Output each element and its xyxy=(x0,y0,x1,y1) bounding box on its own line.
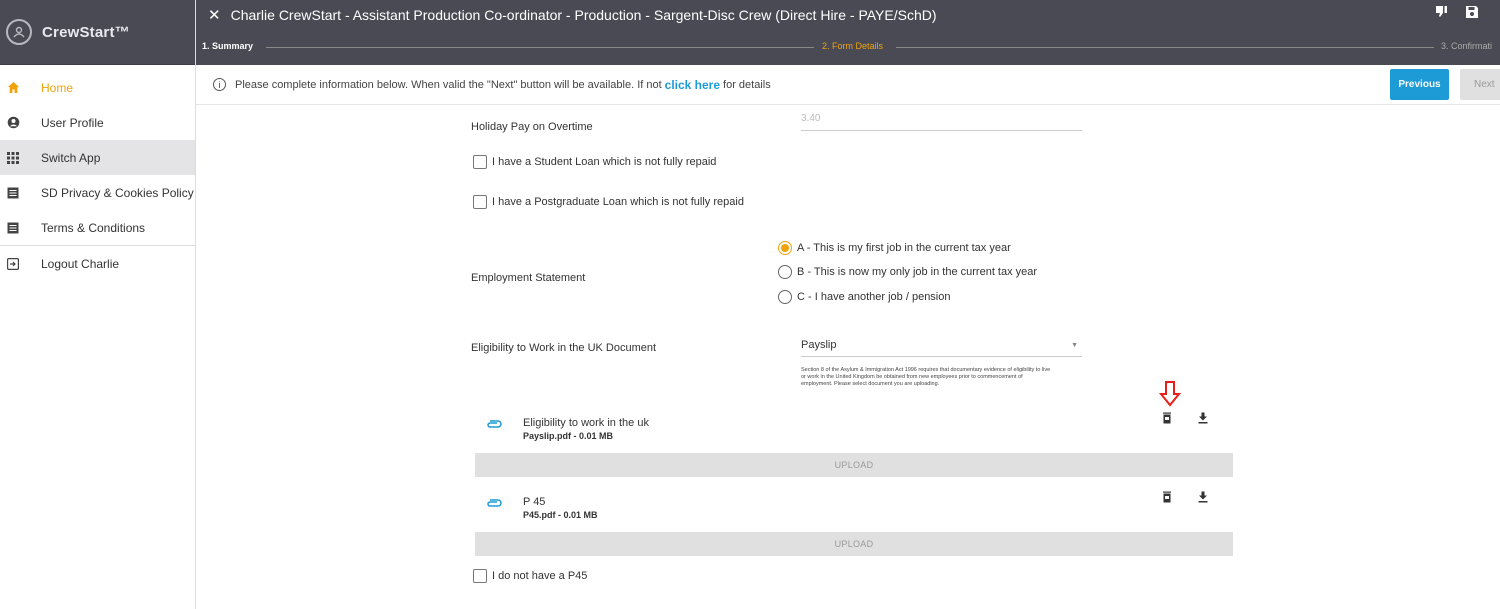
upload-button[interactable]: UPLOAD xyxy=(475,532,1233,556)
no-p45-checkbox[interactable] xyxy=(473,569,487,583)
details-link[interactable]: click here xyxy=(665,78,720,92)
eligibility-select[interactable]: Payslip ▼ xyxy=(801,339,1082,357)
info-text-end: for details xyxy=(723,78,771,91)
form-content: Holiday Pay on Overtime 3.40 I have a St… xyxy=(196,105,1500,609)
sidebar-item-switch-app[interactable]: Switch App xyxy=(0,140,195,175)
document-file: Payslip.pdf - 0.01 MB xyxy=(523,431,614,441)
employment-option-b-radio[interactable] xyxy=(778,265,792,279)
sidebar-item-home[interactable]: Home xyxy=(0,70,195,105)
sidebar-item-user-profile[interactable]: User Profile xyxy=(0,105,195,140)
holiday-pay-field[interactable]: 3.40 xyxy=(801,113,1082,131)
attachment-icon xyxy=(486,497,502,511)
postgrad-loan-label: I have a Postgraduate Loan which is not … xyxy=(492,196,744,208)
page-title: Charlie CrewStart - Assistant Production… xyxy=(230,7,937,23)
account-circle-icon xyxy=(6,116,20,130)
title-actions: ⋮ xyxy=(1434,4,1500,24)
sidebar: CrewStart™ Home User Profile Switch App … xyxy=(0,0,196,609)
red-arrow-annotation-icon xyxy=(1158,381,1182,410)
employment-option-c-radio[interactable] xyxy=(778,290,792,304)
attachment-icon xyxy=(486,418,502,432)
employment-option-c-label: C - I have another job / pension xyxy=(797,291,951,303)
close-icon[interactable]: ✕ xyxy=(208,6,221,24)
delete-icon[interactable] xyxy=(1162,491,1172,503)
more-icon[interactable]: ⋮ xyxy=(1494,4,1500,24)
stepper: 1. Summary 2. Form Details 3. Confirmati xyxy=(196,41,1500,55)
save-icon[interactable] xyxy=(1464,4,1480,24)
step-connector xyxy=(896,47,1434,48)
delete-icon[interactable] xyxy=(1162,412,1172,424)
brand-header: CrewStart™ xyxy=(0,0,195,65)
sidebar-item-label: SD Privacy & Cookies Policy xyxy=(41,185,194,200)
student-loan-checkbox[interactable] xyxy=(473,155,487,169)
eligibility-hint: Section 8 of the Asylum & Immigration Ac… xyxy=(801,367,1051,387)
sidebar-item-label: Switch App xyxy=(41,150,101,165)
document-icon xyxy=(6,221,20,235)
employment-option-b-label: B - This is now my only job in the curre… xyxy=(797,266,1038,278)
dropdown-arrow-icon: ▼ xyxy=(1071,342,1078,349)
step-confirmation[interactable]: 3. Confirmati xyxy=(1441,41,1492,51)
home-icon xyxy=(6,81,20,95)
eligibility-label: Eligibility to Work in the UK Document xyxy=(471,342,657,354)
employment-statement-label: Employment Statement xyxy=(471,272,586,284)
step-summary[interactable]: 1. Summary xyxy=(202,41,253,51)
employment-option-a-label: A - This is my first job in the current … xyxy=(797,242,1011,254)
document-title: P 45 xyxy=(523,496,546,508)
step-form-details[interactable]: 2. Form Details xyxy=(822,41,883,51)
info-bar: i Please complete information below. Whe… xyxy=(196,65,1500,105)
student-loan-label: I have a Student Loan which is not fully… xyxy=(492,156,717,168)
sidebar-item-label: Terms & Conditions xyxy=(41,220,146,235)
crewstart-logo-icon xyxy=(6,19,32,45)
document-title: Eligibility to work in the uk xyxy=(523,417,649,429)
sidebar-item-label: Logout Charlie xyxy=(41,256,120,271)
apps-grid-icon xyxy=(6,151,20,165)
download-icon[interactable] xyxy=(1198,491,1208,503)
top-bar: ✕ Charlie CrewStart - Assistant Producti… xyxy=(196,0,1500,65)
document-icon xyxy=(6,186,20,200)
sidebar-item-terms[interactable]: Terms & Conditions xyxy=(0,210,195,245)
thumbs-down-icon[interactable] xyxy=(1434,4,1450,24)
employment-option-a-radio[interactable] xyxy=(778,241,792,255)
logout-icon xyxy=(6,257,20,271)
download-icon[interactable] xyxy=(1198,412,1208,424)
sidebar-item-logout[interactable]: Logout Charlie xyxy=(0,246,195,281)
sidebar-item-privacy-policy[interactable]: SD Privacy & Cookies Policy xyxy=(0,175,195,210)
postgrad-loan-checkbox[interactable] xyxy=(473,195,487,209)
document-file: P45.pdf - 0.01 MB xyxy=(523,510,598,520)
info-icon: i xyxy=(213,78,226,91)
sidebar-item-label: Home xyxy=(41,80,74,95)
next-button[interactable]: Next xyxy=(1460,69,1500,100)
step-connector xyxy=(266,47,814,48)
holiday-pay-label: Holiday Pay on Overtime xyxy=(471,121,593,133)
upload-button[interactable]: UPLOAD xyxy=(475,453,1233,477)
previous-button[interactable]: Previous xyxy=(1390,69,1449,100)
sidebar-item-label: User Profile xyxy=(41,115,104,130)
info-text: Please complete information below. When … xyxy=(235,78,662,91)
no-p45-label: I do not have a P45 xyxy=(492,570,588,582)
app-brand: CrewStart™ xyxy=(42,23,130,41)
